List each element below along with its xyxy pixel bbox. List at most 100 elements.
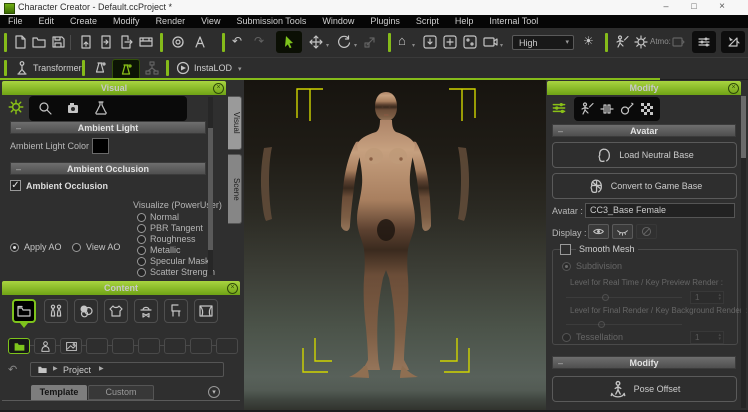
open-project-icon[interactable] — [31, 34, 47, 52]
select-tool-active[interactable] — [276, 31, 302, 53]
content-category-material[interactable] — [74, 299, 98, 323]
visualize-metallic-radio[interactable] — [137, 246, 146, 255]
home-camera-icon[interactable]: ⌂ — [398, 33, 406, 48]
material-icon[interactable] — [619, 101, 635, 119]
content-category-cloth[interactable] — [104, 299, 128, 323]
mesh-hierarchy-icon[interactable] — [144, 60, 160, 78]
content-slot-avatar[interactable] — [34, 338, 56, 354]
ambient-occlusion-section-header[interactable]: – Ambient Occlusion — [10, 162, 206, 175]
morph-icon[interactable] — [599, 101, 615, 119]
edit-mesh-active-button[interactable] — [112, 59, 140, 80]
sun-light-icon[interactable]: ☀ — [583, 34, 594, 48]
convert-to-game-base-button[interactable]: Convert to Game Base — [552, 173, 737, 199]
content-slot-empty[interactable] — [112, 338, 134, 354]
breadcrumb[interactable]: ▶ Project ▶ — [30, 362, 224, 377]
collapse-indicator[interactable]: – — [16, 122, 21, 135]
breadcrumb-project[interactable]: Project — [63, 365, 91, 375]
edit-mesh-icon[interactable] — [92, 60, 108, 78]
content-category-project[interactable] — [12, 299, 36, 323]
menu-submission-tools[interactable]: Submission Tools — [228, 15, 314, 28]
quality-dropdown[interactable]: High ▾ — [512, 35, 574, 50]
menu-internal-tool[interactable]: Internal Tool — [481, 15, 546, 28]
realtime-slider-handle[interactable] — [602, 294, 609, 301]
move-tool-icon[interactable] — [308, 34, 324, 52]
realtime-slider-track[interactable] — [566, 297, 682, 298]
menu-render[interactable]: Render — [148, 15, 194, 28]
content-slot-empty[interactable] — [216, 338, 238, 354]
render-settings-button[interactable] — [692, 31, 716, 53]
realtime-spinbox[interactable]: 1 ▴ ▾ — [690, 291, 724, 304]
display-link-button[interactable] — [636, 224, 657, 239]
import-avatar-icon[interactable] — [78, 34, 94, 52]
tab-template[interactable]: Template — [31, 385, 87, 400]
collapse-indicator[interactable]: – — [558, 125, 563, 138]
camera-view-dropdown[interactable]: ▾ — [500, 42, 503, 49]
final-slider-track[interactable] — [566, 324, 682, 325]
visual-panel-header[interactable]: Visual × — [2, 81, 226, 95]
scale-tool-icon[interactable] — [362, 34, 378, 52]
instalod-icon[interactable] — [176, 61, 190, 77]
display-hide-button[interactable] — [612, 224, 633, 239]
ambient-occlusion-checkbox[interactable]: ✓ — [10, 180, 21, 191]
ambient-light-color-swatch[interactable] — [92, 138, 109, 154]
menu-help[interactable]: Help — [447, 15, 482, 28]
load-neutral-base-button[interactable]: Load Neutral Base — [552, 142, 737, 168]
content-slot-empty[interactable] — [190, 338, 212, 354]
menu-view[interactable]: View — [193, 15, 228, 28]
camera-icon[interactable] — [65, 100, 81, 118]
edit-motion-icon[interactable] — [614, 34, 630, 52]
camera-frame-icon[interactable] — [442, 34, 458, 52]
undo-icon[interactable]: ↶ — [232, 34, 242, 48]
visual-panel-close-icon[interactable]: × — [213, 83, 224, 94]
visualize-roughness-radio[interactable] — [137, 235, 146, 244]
transformer-icon[interactable] — [14, 60, 30, 78]
content-category-actor[interactable] — [44, 299, 68, 323]
modify-tab-attribute-icon[interactable] — [550, 99, 568, 119]
texture-icon[interactable] — [639, 101, 655, 119]
content-slot-folder[interactable] — [8, 338, 30, 354]
subdivision-radio[interactable] — [562, 262, 571, 271]
content-panel-close-icon[interactable]: × — [227, 283, 238, 294]
tab-custom[interactable]: Custom — [88, 385, 154, 400]
menu-modify[interactable]: Modify — [105, 15, 148, 28]
content-slot-image[interactable] — [60, 338, 82, 354]
pose-tool-icon[interactable] — [192, 34, 208, 52]
menu-edit[interactable]: Edit — [31, 15, 63, 28]
rotate-tool-icon[interactable] — [336, 34, 352, 52]
modify-character-icon[interactable] — [579, 101, 595, 119]
menu-window[interactable]: Window — [314, 15, 362, 28]
menu-plugins[interactable]: Plugins — [362, 15, 408, 28]
final-slider-handle[interactable] — [598, 321, 605, 328]
side-tab-visual[interactable]: Visual — [228, 96, 242, 150]
home-camera-dropdown[interactable]: ▾ — [412, 42, 415, 49]
modify-section-header[interactable]: – Modify — [552, 356, 736, 369]
render-icon[interactable] — [170, 34, 186, 52]
side-tab-scene[interactable]: Scene — [228, 154, 242, 224]
content-slot-empty[interactable] — [164, 338, 186, 354]
content-category-accessory[interactable] — [134, 299, 158, 323]
display-show-button[interactable] — [588, 224, 609, 239]
menu-create[interactable]: Create — [62, 15, 105, 28]
viewport-3d[interactable] — [244, 80, 546, 410]
import-content-icon[interactable] — [98, 34, 114, 52]
realtime-preview-button[interactable] — [721, 31, 745, 53]
spin-down-icon[interactable]: ▾ — [718, 297, 721, 302]
collapse-indicator[interactable]: – — [558, 357, 563, 370]
content-slot-empty[interactable] — [86, 338, 108, 354]
view-ao-radio[interactable] — [72, 243, 81, 252]
content-slot-empty[interactable] — [138, 338, 160, 354]
camera-view-icon[interactable] — [482, 34, 498, 52]
media-export-icon[interactable] — [138, 34, 154, 52]
collapse-indicator[interactable]: – — [16, 163, 21, 176]
tessellation-radio[interactable] — [562, 333, 571, 342]
menu-file[interactable]: File — [0, 15, 31, 28]
maximize-button[interactable]: □ — [684, 1, 704, 11]
final-spinbox[interactable]: 1 ▴ ▾ — [690, 331, 724, 344]
minimize-button[interactable]: – — [656, 1, 676, 11]
save-project-icon[interactable] — [50, 34, 66, 52]
visualize-pbr-tangent-radio[interactable] — [137, 224, 146, 233]
new-project-icon[interactable] — [12, 34, 28, 52]
content-category-prop[interactable] — [164, 299, 188, 323]
model-head[interactable] — [375, 92, 397, 121]
shadow-flask-icon[interactable] — [93, 100, 109, 118]
